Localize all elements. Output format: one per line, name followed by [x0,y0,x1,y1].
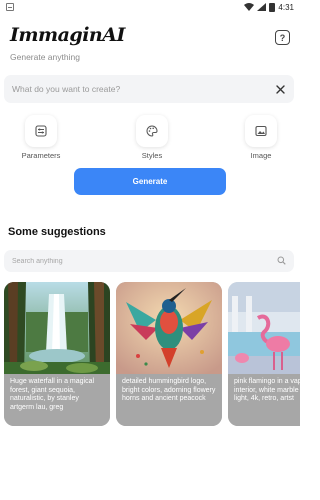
suggestion-caption: pink flamingo in a vaporwave interior, w… [228,374,300,426]
close-icon[interactable] [274,83,286,95]
styles-label: Styles [141,151,163,160]
styles-option[interactable]: Styles [122,115,182,160]
parameters-option[interactable]: Parameters [11,115,71,160]
status-right: 4:31 [244,2,294,12]
suggestion-card-waterfall[interactable]: Huge waterfall in a magical forest, gian… [4,282,110,426]
wifi-icon [244,3,255,11]
image-option[interactable]: Image [231,115,291,160]
image-icon [245,115,277,147]
parameters-label: Parameters [21,151,61,160]
search-icon[interactable] [277,252,286,270]
sliders-icon [25,115,57,147]
generate-button[interactable]: Generate [74,168,226,195]
suggestion-search-field [4,250,294,272]
suggestion-caption: Huge waterfall in a magical forest, gian… [4,374,110,426]
help-icon: ? [279,32,286,43]
status-time: 4:31 [278,2,294,12]
notification-icon [6,3,14,11]
battery-icon [269,2,276,12]
suggestion-caption: detailed hummingbird logo, bright colors… [116,374,222,426]
status-bar: 4:31 [0,0,300,14]
suggestion-card-flamingo[interactable]: pink flamingo in a vaporwave interior, w… [228,282,300,426]
tagline: Generate anything [10,52,80,62]
hummingbird-image [116,282,222,374]
image-label: Image [250,151,272,160]
help-button[interactable]: ? [275,30,290,45]
suggestion-carousel: Huge waterfall in a magical forest, gian… [4,282,300,426]
suggestion-card-hummingbird[interactable]: detailed hummingbird logo, bright colors… [116,282,222,426]
suggestions-title: Some suggestions [8,226,106,238]
option-row: Parameters Styles Image [0,115,300,161]
waterfall-forest-image [4,282,110,374]
palette-icon [136,115,168,147]
search-input[interactable] [12,257,277,265]
flamingo-pool-image [228,282,300,374]
prompt-field [4,75,294,103]
status-left [6,3,14,11]
signal-icon [257,3,267,11]
header: ImmaginAI Generate anything ? [10,24,290,64]
app-title: ImmaginAI [10,24,125,46]
prompt-input[interactable] [12,84,274,94]
